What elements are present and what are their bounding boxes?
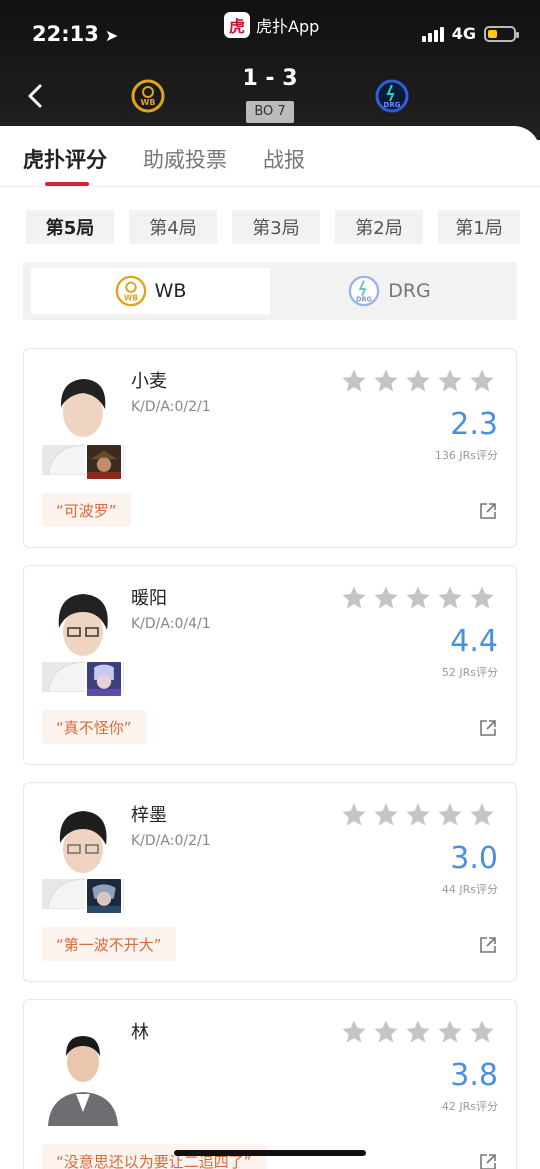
star-icon[interactable] — [468, 801, 496, 829]
status-time: 22:13 ➤ — [32, 22, 118, 46]
time-text: 22:13 — [32, 22, 99, 46]
vote-count: 136 JRs评分 — [434, 449, 498, 462]
hero-portrait — [85, 877, 123, 915]
app-pill[interactable]: 虎 虎扑App — [224, 12, 319, 38]
player-card[interactable]: 梓墨 K/D/A:0/2/1 3.0 44 JRs评分 “第一波不开大” — [23, 782, 517, 982]
team-drg-label: DRG — [388, 280, 431, 302]
player-name: 暖阳 — [131, 588, 167, 609]
home-indicator[interactable] — [174, 1150, 366, 1156]
team-wb-option[interactable]: WB WB — [31, 268, 270, 314]
star-icon[interactable] — [436, 1018, 464, 1046]
star-icon[interactable] — [404, 1018, 432, 1046]
content-sheet: 虎扑评分 助威投票 战报 第5局 第4局 第3局 第2局 第1局 WB WB D… — [0, 126, 540, 1169]
player-avatar — [48, 1036, 118, 1126]
app-icon: 虎 — [224, 12, 250, 38]
battery-icon — [484, 25, 519, 42]
round-3-button[interactable]: 第3局 — [232, 210, 320, 244]
share-icon[interactable] — [478, 501, 498, 521]
location-icon: ➤ — [104, 26, 119, 45]
player-card[interactable]: 暖阳 K/D/A:0/4/1 4.4 52 JRs评分 “真不怪你” — [23, 565, 517, 765]
top-comment[interactable]: “没意思还以为要让二追四了” — [42, 1144, 266, 1169]
star-icon[interactable] — [340, 367, 368, 395]
round-1-button[interactable]: 第1局 — [438, 210, 520, 244]
status-indicators: 4G — [421, 24, 519, 43]
match-header: 22:13 ➤ 虎 虎扑App 4G WB 1 - 3 BO 7 DRG — [0, 0, 540, 140]
rating-stars[interactable] — [340, 1018, 496, 1046]
hero-portrait — [85, 660, 123, 698]
player-kda: K/D/A:0/4/1 — [131, 616, 211, 632]
app-name: 虎扑App — [256, 17, 320, 36]
top-comment[interactable]: “可波罗” — [42, 493, 131, 527]
player-kda: K/D/A:0/2/1 — [131, 399, 211, 415]
hero-portrait — [85, 443, 123, 481]
team-drg-small-logo: DRG — [348, 275, 380, 307]
top-comment[interactable]: “第一波不开大” — [42, 927, 176, 961]
rating-stars[interactable] — [340, 367, 496, 395]
star-icon[interactable] — [404, 801, 432, 829]
star-icon[interactable] — [340, 1018, 368, 1046]
signal-icon — [421, 26, 444, 42]
star-icon[interactable] — [340, 801, 368, 829]
player-rating-list: 小麦 K/D/A:0/2/1 2.3 136 JRs评分 “可波罗” 暖阳 K/… — [23, 348, 517, 1169]
share-icon[interactable] — [478, 1152, 498, 1169]
tab-hupu-rating[interactable]: 虎扑评分 — [23, 144, 107, 186]
player-card[interactable]: 小麦 K/D/A:0/2/1 2.3 136 JRs评分 “可波罗” — [23, 348, 517, 548]
rating-stars[interactable] — [340, 801, 496, 829]
player-name: 梓墨 — [131, 805, 167, 826]
player-kda: K/D/A:0/2/1 — [131, 833, 211, 849]
star-icon[interactable] — [436, 801, 464, 829]
team-drg-logo: DRG — [375, 79, 409, 113]
share-icon[interactable] — [478, 718, 498, 738]
player-rating: 2.3 — [450, 407, 498, 442]
match-format-badge: BO 7 — [246, 101, 294, 123]
star-icon[interactable] — [372, 367, 400, 395]
star-icon[interactable] — [372, 584, 400, 612]
star-icon[interactable] — [404, 584, 432, 612]
team-wb-small-logo-text: WB — [124, 293, 138, 302]
tab-support-vote[interactable]: 助威投票 — [143, 144, 227, 174]
round-2-button[interactable]: 第2局 — [335, 210, 423, 244]
vote-count: 44 JRs评分 — [441, 883, 498, 896]
network-label: 4G — [451, 24, 476, 43]
star-icon[interactable] — [404, 367, 432, 395]
star-icon[interactable] — [372, 1018, 400, 1046]
round-5-button[interactable]: 第5局 — [26, 210, 114, 244]
match-score: 1 - 3 — [242, 66, 298, 91]
star-icon[interactable] — [468, 584, 496, 612]
vote-count: 52 JRs评分 — [441, 666, 498, 679]
team-wb-small-logo: WB — [115, 275, 146, 307]
player-rating: 3.0 — [450, 841, 498, 876]
tab-match-report[interactable]: 战报 — [263, 144, 305, 174]
team-drg-option[interactable]: DRG DRG — [270, 268, 509, 314]
player-name: 小麦 — [131, 371, 167, 392]
star-icon[interactable] — [468, 367, 496, 395]
player-rating: 3.8 — [450, 1058, 498, 1093]
star-icon[interactable] — [340, 584, 368, 612]
star-icon[interactable] — [436, 584, 464, 612]
player-name: 林 — [131, 1022, 149, 1043]
tabs-divider — [0, 186, 540, 187]
player-card[interactable]: 林 3.8 42 JRs评分 “没意思还以为要让二追四了” — [23, 999, 517, 1169]
star-icon[interactable] — [372, 801, 400, 829]
round-selector: 第5局 第4局 第3局 第2局 第1局 — [26, 210, 520, 244]
star-icon[interactable] — [436, 367, 464, 395]
team-drg-small-logo-text: DRG — [356, 295, 372, 303]
team-drg-logo-text: DRG — [384, 101, 401, 109]
team-wb-logo-text: WB — [141, 98, 156, 107]
star-icon[interactable] — [468, 1018, 496, 1046]
share-icon[interactable] — [478, 935, 498, 955]
round-4-button[interactable]: 第4局 — [129, 210, 217, 244]
team-wb-label: WB — [154, 280, 187, 302]
player-rating: 4.4 — [450, 624, 498, 659]
vote-count: 42 JRs评分 — [441, 1100, 498, 1113]
tab-bar: 虎扑评分 助威投票 战报 — [23, 144, 305, 186]
team-switch: WB WB DRG DRG — [23, 262, 517, 320]
rating-stars[interactable] — [340, 584, 496, 612]
top-comment[interactable]: “真不怪你” — [42, 710, 146, 744]
